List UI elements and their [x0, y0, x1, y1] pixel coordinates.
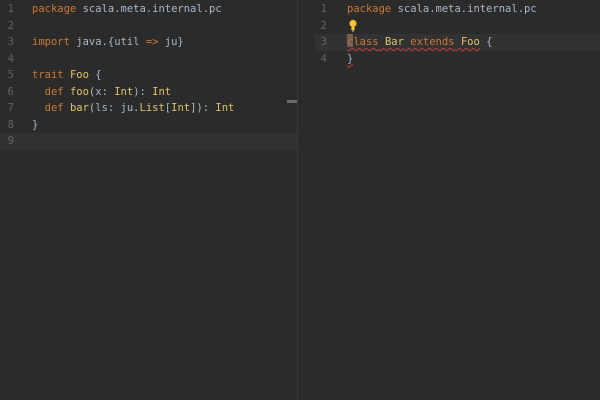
- code-token: Int: [152, 85, 172, 98]
- code-text[interactable]: def foo(x: Int): Int: [32, 84, 171, 101]
- line-number[interactable]: 1: [0, 1, 14, 18]
- code-line[interactable]: 5 trait Foo {: [0, 67, 297, 84]
- line-number[interactable]: 3: [315, 34, 327, 51]
- editor-pane-left[interactable]: 1 package scala.meta.internal.pc 2 3 import …: [0, 0, 297, 400]
- code-token: Foo: [69, 69, 89, 81]
- code-text[interactable]: def bar(ls: ju.List[Int]): Int: [32, 100, 235, 117]
- line-number[interactable]: 2: [315, 18, 327, 35]
- code-token: }: [32, 118, 39, 131]
- code-token: Int: [114, 85, 134, 98]
- code-token: {: [479, 36, 493, 48]
- code-token: scala.meta.internal.pc: [76, 3, 222, 15]
- code-line[interactable]: 7 def bar(ls: ju.List[Int]): Int: [0, 100, 297, 117]
- split-editor: 1 package scala.meta.internal.pc 2 3 import …: [0, 0, 600, 400]
- line-number[interactable]: 3: [0, 34, 14, 51]
- code-text[interactable]: package scala.meta.internal.pc: [347, 1, 537, 18]
- code-text[interactable]: }: [347, 51, 353, 68]
- code-token: import: [32, 36, 70, 48]
- code-line[interactable]: 4}: [315, 51, 600, 68]
- code-line[interactable]: 9: [0, 133, 297, 150]
- code-token: =>: [145, 36, 159, 48]
- code-token: (ls: ju.: [88, 102, 140, 114]
- code-lines-right: 1 package scala.meta.internal.pc 2 3 class B…: [315, 0, 600, 67]
- code-line[interactable]: 1 package scala.meta.internal.pc: [315, 1, 600, 18]
- code-token: List: [139, 102, 165, 114]
- code-token: Int: [215, 102, 235, 114]
- editor-pane-right[interactable]: 1 package scala.meta.internal.pc 2 3 class B…: [315, 0, 600, 400]
- line-number[interactable]: 7: [0, 100, 14, 117]
- code-text[interactable]: package scala.meta.internal.pc: [32, 1, 222, 18]
- line-number[interactable]: 6: [0, 84, 14, 101]
- code-token: ju}: [158, 36, 184, 48]
- code-lines-left: 1 package scala.meta.internal.pc 2 3 import …: [0, 0, 297, 150]
- code-token: def: [44, 85, 64, 98]
- code-token: trait: [32, 69, 64, 81]
- code-token: Bar: [384, 36, 404, 48]
- code-token: Foo: [460, 36, 480, 48]
- line-number[interactable]: 5: [0, 67, 14, 84]
- text-caret: [347, 34, 353, 47]
- code-text[interactable]: }: [32, 117, 38, 134]
- line-number[interactable]: 9: [0, 133, 14, 150]
- code-token: (x:: [88, 85, 115, 98]
- code-text[interactable]: trait Foo {: [32, 67, 102, 84]
- code-token: bar: [69, 102, 89, 114]
- code-token: ]):: [190, 102, 216, 114]
- code-line[interactable]: 1 package scala.meta.internal.pc: [0, 1, 297, 18]
- code-token: def: [44, 102, 64, 114]
- line-number[interactable]: 4: [315, 51, 327, 68]
- line-number[interactable]: 2: [0, 18, 14, 35]
- pane-divider[interactable]: [297, 0, 298, 400]
- code-token: package: [32, 3, 77, 15]
- code-token: foo: [69, 85, 89, 98]
- code-line[interactable]: 2: [315, 18, 600, 35]
- line-number[interactable]: 8: [0, 117, 14, 134]
- code-line[interactable]: 6 def foo(x: Int): Int: [0, 84, 297, 101]
- code-line[interactable]: 4: [0, 51, 297, 68]
- code-line[interactable]: 3 class Bar extends Foo {: [315, 34, 600, 51]
- code-token: scala.meta.internal.pc: [391, 3, 537, 15]
- code-token: java.{util: [69, 36, 146, 48]
- lightbulb-icon[interactable]: [349, 19, 357, 33]
- line-number[interactable]: 1: [315, 1, 327, 18]
- code-line[interactable]: 3 import java.{util => ju}: [0, 34, 297, 51]
- code-token: {: [88, 69, 102, 81]
- scrollbar-marker[interactable]: [287, 100, 297, 103]
- line-number[interactable]: 4: [0, 51, 14, 68]
- code-line[interactable]: 2: [0, 18, 297, 35]
- code-token: ):: [133, 85, 153, 98]
- code-token: package: [347, 3, 392, 15]
- code-line[interactable]: 8}: [0, 117, 297, 134]
- code-text[interactable]: class Bar extends Foo {: [347, 34, 492, 51]
- code-token: }: [347, 52, 354, 65]
- code-text[interactable]: import java.{util => ju}: [32, 34, 184, 51]
- code-token: extends: [410, 36, 455, 48]
- code-token: Int: [171, 102, 191, 114]
